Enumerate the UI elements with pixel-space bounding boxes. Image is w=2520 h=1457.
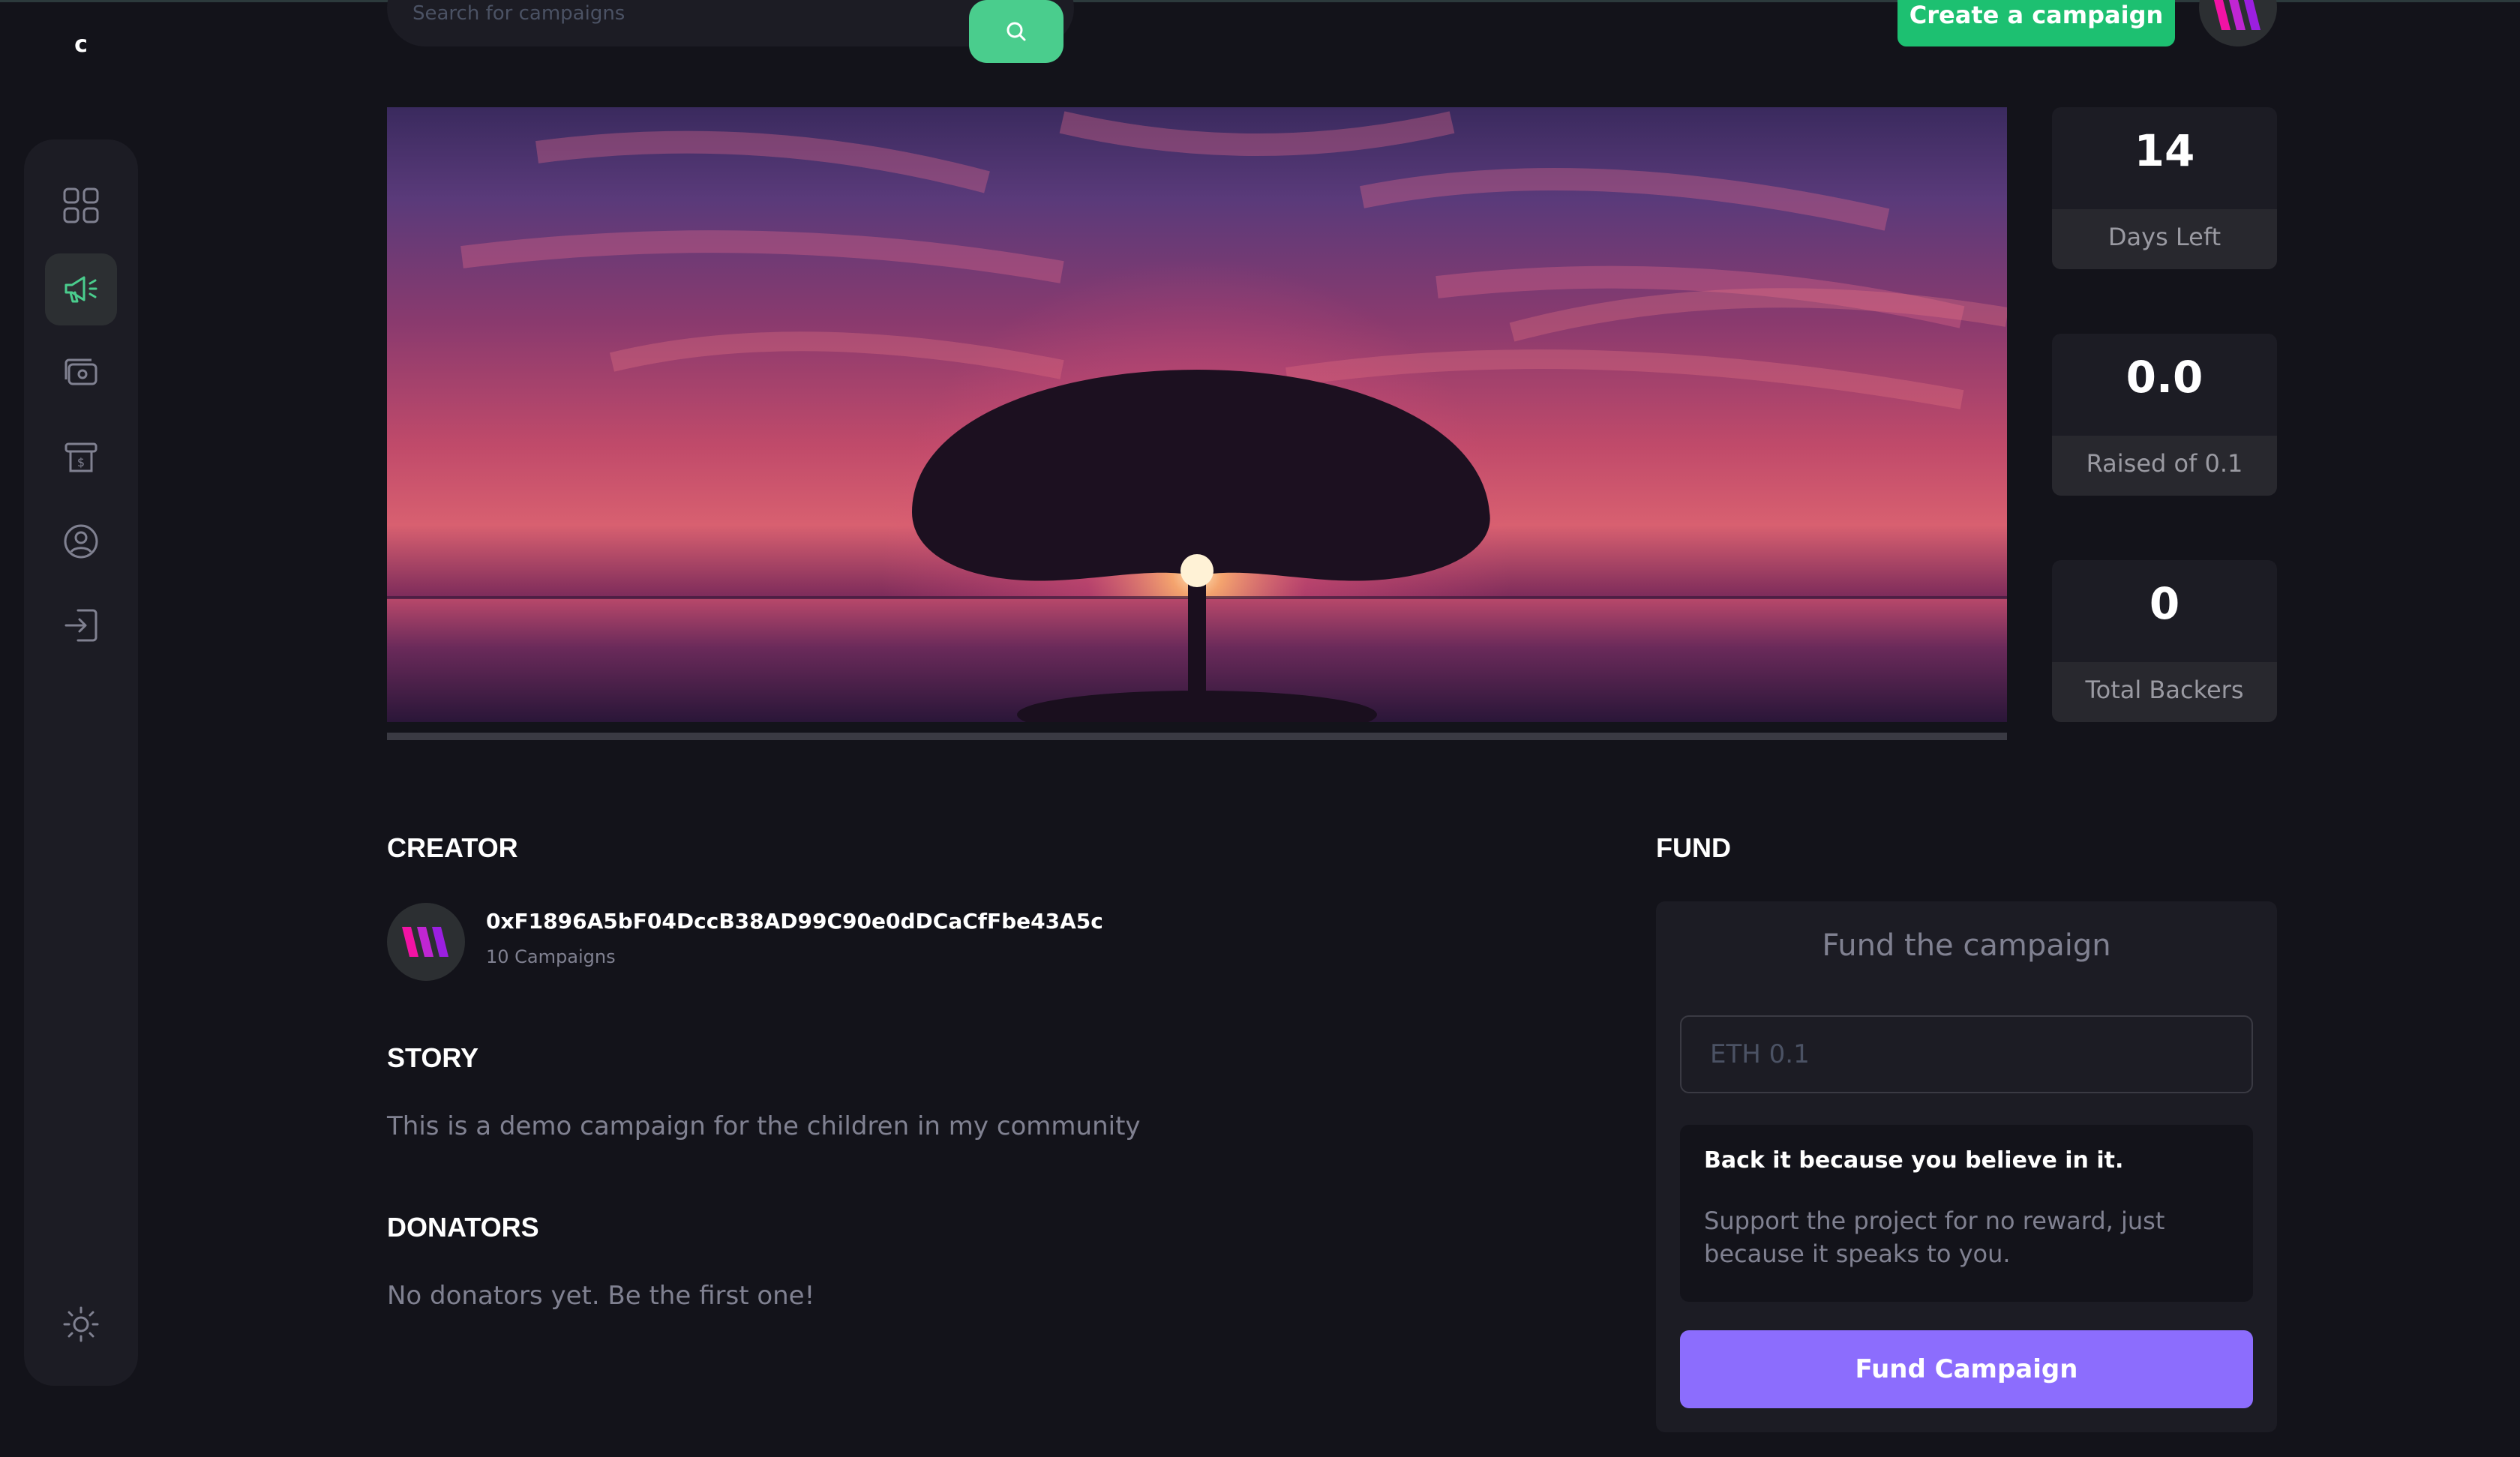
creator-heading: CREATOR: [387, 832, 518, 863]
payment-icon: [64, 358, 98, 385]
fund-campaign-button[interactable]: Fund Campaign: [1680, 1330, 2253, 1408]
fund-amount-input[interactable]: [1680, 1015, 2253, 1093]
fund-card: Fund the campaign Back it because you be…: [1656, 901, 2277, 1432]
story-text: This is a demo campaign for the children…: [387, 1111, 1141, 1141]
thirdweb-logo-icon: [2214, 0, 2260, 30]
stat-raised: 0.0 Raised of 0.1: [2052, 334, 2277, 496]
stat-total-backers: 0 Total Backers: [2052, 560, 2277, 722]
sidebar-item-logout[interactable]: [45, 589, 117, 661]
profile-icon: [64, 524, 98, 559]
theme-toggle[interactable]: [45, 1288, 117, 1360]
fund-heading: FUND: [1656, 832, 1731, 863]
sidebar-item-profile[interactable]: [45, 505, 117, 577]
thirdweb-logo-icon: [402, 927, 448, 957]
create-campaign-button[interactable]: Create a campaign: [1898, 0, 2175, 46]
fund-note-body: Support the project for no reward, just …: [1704, 1207, 2165, 1268]
campaign-icon: [64, 276, 98, 303]
stat-value: 14: [2134, 125, 2195, 176]
donators-empty-text: No donators yet. Be the first one!: [387, 1281, 815, 1311]
campaign-progress-bar: [387, 733, 2007, 740]
sidebar-item-withdraw[interactable]: $: [45, 421, 117, 493]
creator-address: 0xF1896A5bF04DccB38AD99C90e0dDCaCfFbe43A…: [486, 909, 1103, 934]
search-bar: [387, 0, 1074, 63]
sidebar-item-campaign[interactable]: [45, 253, 117, 325]
stat-days-left: 14 Days Left: [2052, 107, 2277, 269]
stat-label: Total Backers: [2052, 662, 2277, 722]
app-root: c $ Search for campaigns Create a campai…: [0, 0, 2520, 1457]
story-heading: STORY: [387, 1042, 479, 1073]
stat-value: 0: [2149, 578, 2180, 629]
creator-avatar: [387, 903, 465, 981]
stat-value: 0.0: [2126, 352, 2204, 403]
sun-icon: [63, 1306, 99, 1342]
sidebar: $: [24, 139, 138, 1386]
donators-heading: DONATORS: [387, 1212, 539, 1243]
sunset-tree-image: [387, 107, 2007, 722]
logout-icon: [64, 609, 98, 642]
withdraw-icon: $: [64, 442, 98, 472]
campaign-image: [387, 107, 2007, 722]
app-logo[interactable]: c: [69, 30, 93, 60]
search-button[interactable]: [969, 0, 1064, 63]
fund-note: Back it because you believe in it. Suppo…: [1680, 1125, 2253, 1302]
creator-campaign-count: 10 Campaigns: [486, 946, 616, 967]
fund-card-title: Fund the campaign: [1822, 928, 2111, 963]
sidebar-item-payment[interactable]: [45, 337, 117, 409]
svg-text:$: $: [77, 455, 85, 469]
search-icon: [1006, 22, 1026, 41]
fund-note-title: Back it because you believe in it.: [1704, 1147, 2124, 1174]
stat-label: Raised of 0.1: [2052, 436, 2277, 496]
search-input[interactable]: [412, 0, 938, 28]
stat-label: Days Left: [2052, 209, 2277, 269]
sidebar-item-dashboard[interactable]: [45, 169, 117, 241]
user-avatar[interactable]: [2199, 0, 2277, 46]
dashboard-icon: [63, 187, 99, 223]
